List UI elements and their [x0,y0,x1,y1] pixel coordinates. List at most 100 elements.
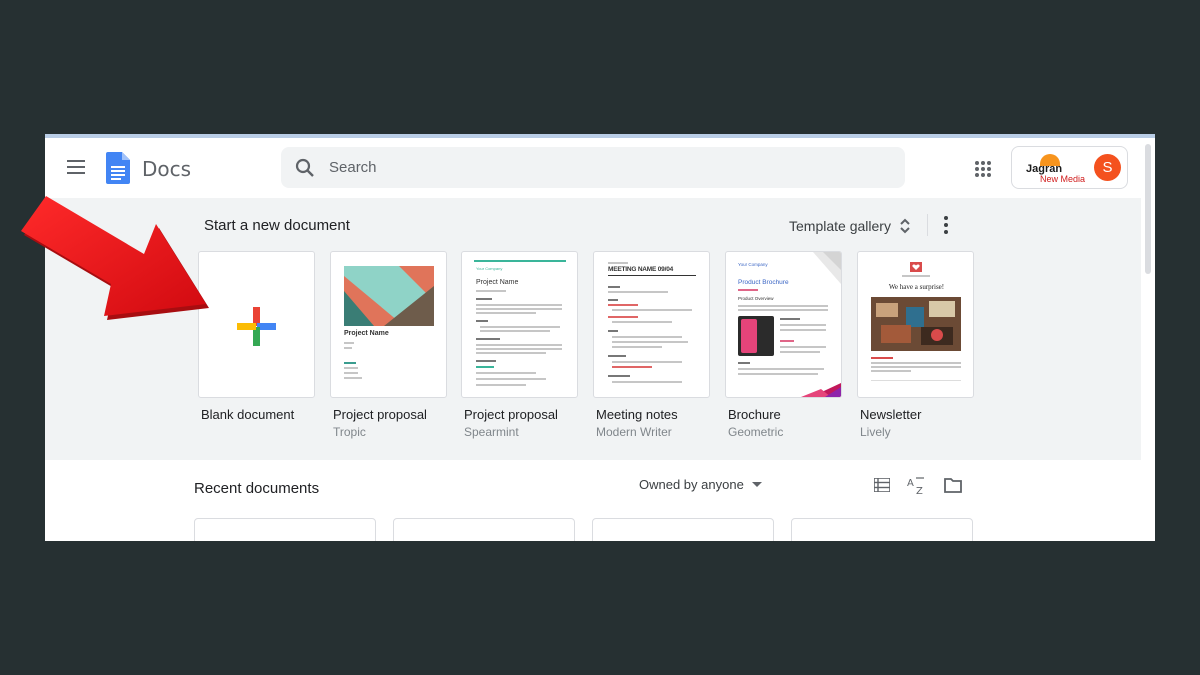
owner-filter-label: Owned by anyone [639,477,744,492]
app-title[interactable]: Docs [142,157,191,181]
template-thumbnail[interactable]: MEETING NAME 09/04 [593,251,710,398]
recent-document-card[interactable] [592,518,774,541]
text-line [480,330,550,332]
text-line [476,308,562,310]
text-line [608,355,626,357]
sort-az-icon[interactable]: A Z [907,475,927,495]
text-line [871,366,961,368]
text-line [476,378,546,380]
arrow-pointer [21,196,209,320]
brand-line2: New Media [1040,174,1086,184]
template-project-proposal-tropic[interactable]: Project Name Project proposal Tropic [330,251,447,439]
recent-document-card[interactable] [194,518,376,541]
text-line [780,329,826,331]
brochure-overview: Product Overview [738,296,774,301]
template-name: Project proposal [464,407,558,422]
template-brochure[interactable]: Your Company Product Brochure Product Ov… [725,251,842,439]
template-subtitle: Lively [860,425,891,439]
text-line [612,336,682,338]
apps-icon[interactable] [975,161,991,177]
search-input[interactable] [329,147,889,188]
text-line [608,291,668,293]
account-switcher[interactable]: Jagran New Media S [1011,146,1128,189]
template-subtitle: Geometric [728,425,784,439]
scrollbar-thumb[interactable] [1145,144,1151,274]
text-line [780,346,826,348]
text-line [344,347,352,349]
template-subtitle: Modern Writer [596,425,672,439]
text-line [608,299,618,301]
text-line [608,375,630,377]
text-line [608,316,638,318]
owner-filter-dropdown[interactable]: Owned by anyone [639,477,762,492]
text-line [608,304,638,306]
start-new-document-title: Start a new document [204,217,350,234]
text-line [480,326,560,328]
text-line [476,338,500,340]
template-gallery-label: Template gallery [789,218,891,234]
text-line [608,262,628,264]
svg-text:A: A [907,478,914,489]
svg-text:Z: Z [916,486,923,495]
text-line [738,373,818,375]
template-thumbnail[interactable]: Project Name [330,251,447,398]
text-line [476,348,562,350]
text-line [608,286,620,288]
spearmint-title: Project Name [476,279,519,286]
text-line [344,342,354,344]
scrollbar[interactable] [1141,138,1155,541]
heart-icon [910,262,922,272]
more-vert-icon[interactable] [943,216,949,234]
text-line [738,305,828,307]
text-line [902,275,930,277]
avatar[interactable]: S [1094,154,1121,181]
recent-documents-title: Recent documents [194,480,320,497]
meeting-header: MEETING NAME 09/04 [608,266,674,273]
template-thumbnail[interactable]: Your Company Product Brochure Product Ov… [725,251,842,398]
newsletter-photo [871,297,961,351]
search-icon[interactable] [295,158,315,178]
text-line [476,344,562,346]
tropic-cover-art [344,266,434,326]
menu-icon[interactable] [67,160,85,174]
text-line [871,362,961,364]
template-newsletter[interactable]: We have a surprise! Newsletter Lively [857,251,974,439]
recent-document-card[interactable] [791,518,973,541]
text-line [738,368,824,370]
template-gallery-button[interactable]: Template gallery [789,213,911,239]
template-name: Blank document [201,407,295,422]
spearmint-company: Your Company [476,266,503,271]
text-line [738,309,828,311]
template-thumbnail[interactable]: We have a surprise! [857,251,974,398]
template-project-proposal-spearmint[interactable]: Your Company Project Name Project propos… [461,251,578,439]
template-name: Newsletter [860,407,922,422]
corner-accent [801,383,841,397]
template-meeting-notes[interactable]: MEETING NAME 09/04 Meeting notes Modern … [593,251,710,439]
text-line [612,381,682,383]
text-line [344,372,358,374]
text-line [738,289,758,291]
rule [871,380,961,381]
brochure-company: Your Company [738,262,768,267]
text-line [612,361,682,363]
text-line [612,341,688,343]
text-line [738,362,750,364]
newsletter-headline: We have a surprise! [888,283,945,291]
corner-pattern [813,252,841,284]
template-subtitle: Spearmint [464,425,519,439]
brand-logo: Jagran New Media [1024,153,1086,185]
folder-icon[interactable] [944,477,962,493]
recent-document-card[interactable] [393,518,575,541]
text-line [344,362,356,364]
list-view-icon[interactable] [874,478,890,492]
text-line [476,320,488,322]
text-line [344,367,358,369]
docs-logo-icon[interactable] [106,152,130,184]
template-name: Brochure [728,407,781,422]
search-bar[interactable] [281,147,905,188]
header-rule [608,275,696,276]
chevron-down-icon [751,482,762,487]
product-image [738,316,774,356]
text-line [476,312,536,314]
template-thumbnail[interactable]: Your Company Project Name [461,251,578,398]
